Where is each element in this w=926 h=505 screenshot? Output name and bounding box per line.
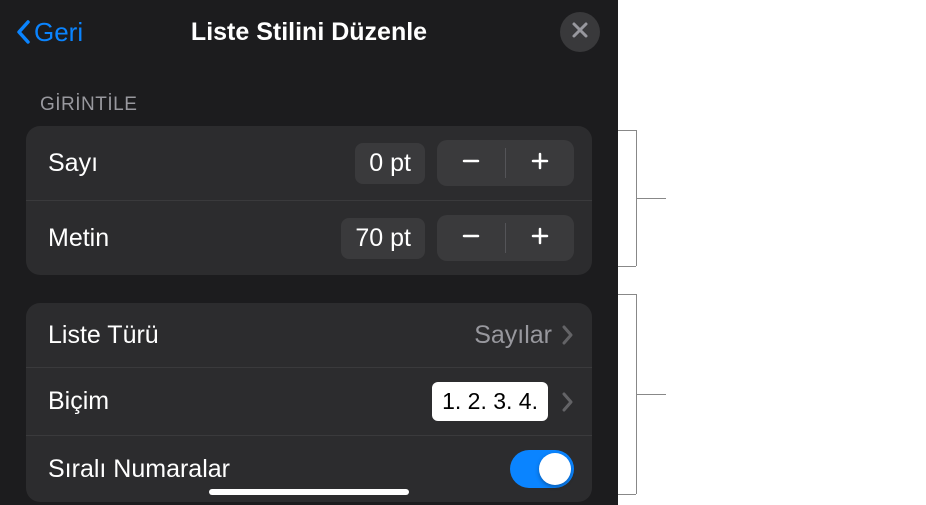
text-indent-increment[interactable]	[506, 215, 574, 261]
chevron-right-icon	[562, 392, 574, 412]
text-indent-value: 70 pt	[341, 218, 425, 259]
list-type-value: Sayılar	[474, 321, 552, 350]
minus-icon	[460, 150, 482, 177]
row-text-indent: Metin 70 pt	[26, 200, 592, 275]
tiered-numbers-toggle[interactable]	[510, 450, 574, 488]
back-label: Geri	[34, 17, 83, 48]
back-button[interactable]: Geri	[14, 17, 83, 48]
format-value: 1. 2. 3. 4.	[432, 382, 548, 421]
close-button[interactable]	[560, 12, 600, 52]
row-list-type[interactable]: Liste Türü Sayılar	[26, 303, 592, 367]
close-icon	[571, 21, 589, 44]
tiered-numbers-label: Sıralı Numaralar	[48, 455, 510, 484]
group-indent: Sayı 0 pt Metin 70 pt	[26, 126, 592, 275]
number-indent-label: Sayı	[48, 149, 355, 178]
list-type-label: Liste Türü	[48, 321, 474, 350]
number-indent-decrement[interactable]	[437, 140, 505, 186]
chevron-right-icon	[562, 325, 574, 345]
row-format[interactable]: Biçim 1. 2. 3. 4.	[26, 367, 592, 435]
text-indent-stepper	[437, 215, 574, 261]
row-number-indent: Sayı 0 pt	[26, 126, 592, 200]
section-header-indent: GİRİNTİLE	[0, 70, 618, 126]
minus-icon	[460, 225, 482, 252]
text-indent-decrement[interactable]	[437, 215, 505, 261]
group-list: Liste Türü Sayılar Biçim 1. 2. 3. 4. Sır…	[26, 303, 592, 502]
number-indent-value: 0 pt	[355, 143, 425, 184]
number-indent-stepper	[437, 140, 574, 186]
plus-icon	[529, 225, 551, 252]
page-title: Liste Stilini Düzenle	[191, 18, 427, 47]
number-indent-increment[interactable]	[506, 140, 574, 186]
home-indicator	[209, 489, 409, 495]
text-indent-label: Metin	[48, 224, 341, 253]
plus-icon	[529, 150, 551, 177]
chevron-left-icon	[14, 18, 32, 46]
format-label: Biçim	[48, 387, 432, 416]
